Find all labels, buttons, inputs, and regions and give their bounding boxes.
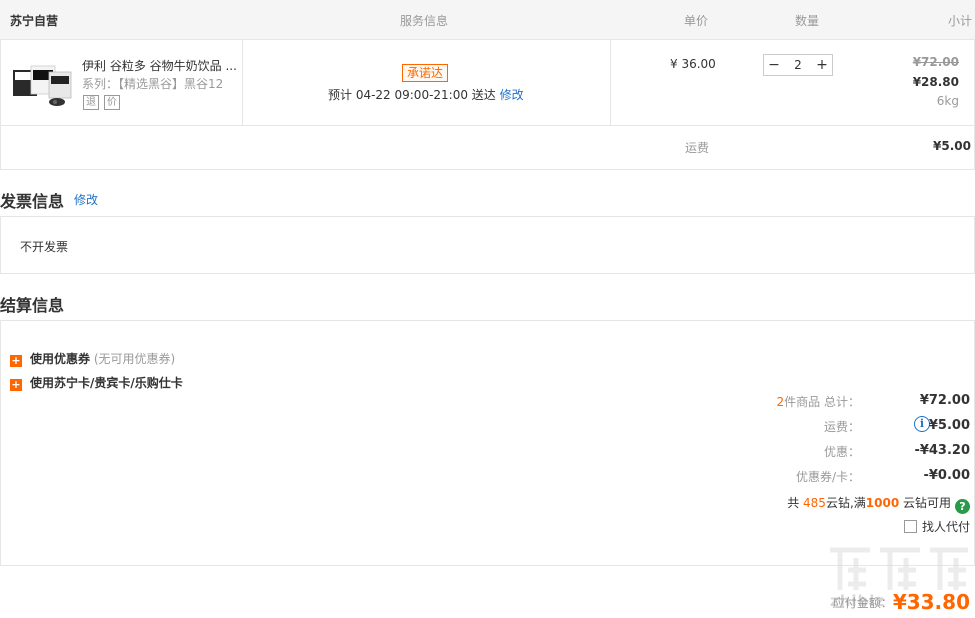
proxy-pay-label: 找人代付: [921, 520, 970, 534]
return-icon: 退: [83, 95, 99, 110]
summary-discount: 优惠： -¥43.20: [730, 443, 970, 459]
shipping-value: ¥5.00: [933, 139, 971, 153]
product-series: 系列：【精选黑谷】黑谷12: [82, 77, 224, 91]
proxy-pay-checkbox[interactable]: [903, 520, 917, 533]
cloud-count: 485: [803, 496, 826, 510]
price-protect-icon: 价: [104, 95, 120, 110]
promise-badge: 承诺达: [402, 64, 449, 82]
coupon-card-value: -¥0.00: [923, 468, 970, 483]
col-subtotal: 小计: [947, 14, 972, 28]
invoice-value: 不开发票: [20, 240, 69, 254]
shipping-row: 运费 ¥5.00: [0, 126, 975, 170]
invoice-title: 发票信息: [0, 192, 65, 211]
items-total-label: 2件商品 总计：: [776, 395, 860, 409]
coupon-card-label: 优惠券/卡：: [795, 470, 860, 484]
coupon-label: 使用优惠券: [30, 352, 91, 366]
freight-value: ¥5.00: [928, 418, 970, 433]
minus-icon[interactable]: −: [764, 55, 784, 75]
quantity-stepper: − 2 +: [763, 54, 833, 76]
order-table-header: 苏宁自营 服务信息 单价 数量 小计: [0, 0, 975, 40]
expand-plus-icon: +: [10, 378, 22, 391]
product-row: 伊利 谷粒多 谷物牛奶饮品 ... 系列：【精选黑谷】黑谷12 退 价 承诺达 …: [0, 40, 975, 126]
invoice-box: 不开发票: [0, 216, 975, 274]
divider: [610, 40, 611, 126]
discount-label: 优惠：: [823, 445, 860, 459]
cloud-threshold: 1000: [865, 496, 900, 510]
product-thumbnail[interactable]: [11, 62, 73, 108]
subtotal-final: ¥28.80: [912, 75, 959, 89]
items-total-value: ¥72.00: [919, 393, 970, 408]
col-service: 服务信息: [400, 14, 449, 28]
product-weight: 6kg: [936, 94, 959, 108]
subtotal-original: ¥72.00: [912, 55, 959, 69]
delivery-text: 预计 04-22 09:00-21:00 送达: [328, 88, 496, 102]
plus-icon[interactable]: +: [812, 55, 832, 75]
summary-freight: 运费： i ¥5.00: [730, 416, 970, 434]
product-name-link[interactable]: 伊利 谷粒多 谷物牛奶饮品 ...: [82, 57, 237, 74]
invoice-edit-link[interactable]: 修改: [74, 191, 98, 208]
card-label: 使用苏宁卡/贵宾卡/乐购仕卡: [30, 376, 183, 390]
payable-label: 应付金额：: [832, 596, 893, 610]
proxy-pay-option[interactable]: 找人代付: [903, 518, 970, 535]
info-icon[interactable]: i: [914, 416, 930, 432]
expand-plus-icon: +: [10, 354, 22, 367]
divider: [242, 40, 243, 126]
payable-amount: 应付金额：¥33.80: [833, 590, 970, 614]
payable-value: ¥33.80: [892, 590, 970, 614]
delivery-time: 预计 04-22 09:00-21:00 送达 修改: [328, 86, 524, 103]
store-name: 苏宁自营: [10, 14, 59, 28]
shipping-label: 运费: [685, 141, 710, 155]
coupon-toggle[interactable]: + 使用优惠券 (无可用优惠券): [10, 350, 175, 367]
coupon-hint: (无可用优惠券): [93, 352, 176, 366]
discount-value: -¥43.20: [914, 443, 970, 458]
card-toggle[interactable]: + 使用苏宁卡/贵宾卡/乐购仕卡: [10, 374, 183, 391]
settlement-title: 结算信息: [0, 296, 65, 315]
col-unit-price: 单价: [684, 14, 709, 28]
help-icon[interactable]: ?: [955, 499, 970, 514]
summary-coupon-card: 优惠券/卡： -¥0.00: [730, 468, 970, 484]
cloud-diamond-info: 共 485云钻,满1000 云钻可用?: [787, 494, 970, 514]
quantity-input[interactable]: 2: [784, 55, 812, 75]
freight-label: 运费：: [823, 420, 860, 434]
delivery-edit-link[interactable]: 修改: [500, 88, 524, 102]
summary-items-total: 2件商品 总计： ¥72.00: [730, 393, 970, 409]
unit-price: ¥ 36.00: [670, 57, 716, 71]
col-quantity: 数量: [795, 14, 820, 28]
